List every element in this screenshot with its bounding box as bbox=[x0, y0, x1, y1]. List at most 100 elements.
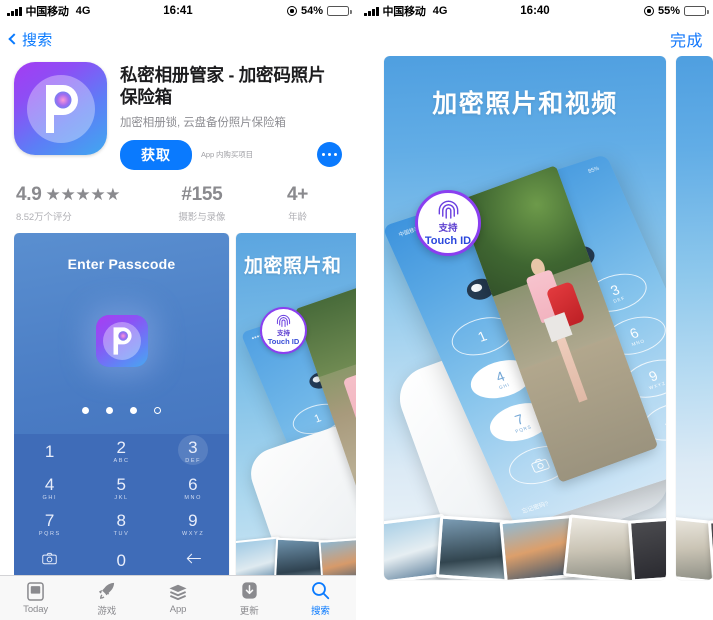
screenshot-2-badge-line2: Touch ID bbox=[267, 336, 300, 346]
screenshot-1-p-glyph bbox=[113, 327, 132, 355]
network-type-label: 4G bbox=[432, 5, 448, 17]
gallery-key-1-number: 1 bbox=[475, 327, 490, 345]
keypad-key-1[interactable]: 1 bbox=[45, 443, 55, 460]
tab-updates[interactable]: 更新 bbox=[214, 580, 285, 617]
rocket-icon bbox=[97, 580, 116, 601]
keypad-backspace-button[interactable] bbox=[185, 552, 202, 570]
screenshot-strip[interactable]: Enter Passcode 1 2 ABC 3 DEF 4 GHI 5 JKL… bbox=[14, 232, 356, 583]
keypad-key-3[interactable]: 3 DEF bbox=[185, 439, 201, 464]
screenshot-1-title: Enter Passcode bbox=[67, 255, 176, 272]
tab-app-label: App bbox=[169, 604, 187, 615]
more-ellipsis-icon[interactable] bbox=[317, 142, 342, 168]
fingerprint-icon bbox=[438, 201, 458, 220]
battery-icon bbox=[327, 6, 352, 16]
app-meta: 私密相册管家 - 加密码照片保险箱 加密相册锁, 云盘备份照片保险箱 获取 Ap… bbox=[120, 62, 342, 170]
done-button[interactable]: 完成 bbox=[670, 27, 703, 51]
keypad-key-9[interactable]: 9 WXYZ bbox=[182, 512, 204, 537]
stat-rank: #155 摄影与录像 bbox=[149, 184, 255, 223]
gallery-screenshot-next-peek[interactable] bbox=[676, 56, 713, 580]
stat-rating: 4.9 ★★★★★ 8.52万个评分 bbox=[16, 184, 149, 223]
signal-bars-icon bbox=[364, 6, 379, 16]
status-bar-right-right-group: 55% bbox=[643, 5, 709, 17]
gallery-key-6-number: 6 bbox=[626, 324, 641, 342]
age-value: 4+ bbox=[286, 183, 309, 205]
photo-thumb-portrait bbox=[627, 515, 666, 580]
app-header: 私密相册管家 - 加密码照片保险箱 加密相册锁, 云盘备份照片保险箱 获取 Ap… bbox=[0, 56, 356, 170]
get-button[interactable]: 获取 bbox=[120, 139, 192, 170]
location-services-icon bbox=[643, 6, 654, 16]
app-stats-row: 4.9 ★★★★★ 8.52万个评分 #155 摄影与录像 4+ 年龄 bbox=[0, 170, 356, 233]
key-9-number: 9 bbox=[188, 510, 199, 530]
key-8-letters: TUV bbox=[113, 530, 130, 537]
gallery-key-7-number: 7 bbox=[512, 410, 527, 428]
gallery-main-title: 加密照片和视频 bbox=[432, 90, 618, 118]
key-4-letters: GHI bbox=[42, 494, 58, 501]
fingerprint-icon bbox=[276, 315, 291, 328]
network-type-label: 4G bbox=[75, 5, 91, 17]
carrier-label: 中国移动 bbox=[25, 6, 69, 18]
screenshot-2-title: 加密照片和 bbox=[244, 255, 342, 277]
status-bar-left: 中国移动 4G 16:41 54% bbox=[0, 0, 356, 22]
gallery-phone-status-right: 85% bbox=[587, 165, 601, 175]
key-1-number: 1 bbox=[44, 442, 55, 462]
keypad-key-7[interactable]: 7 PQRS bbox=[39, 512, 61, 537]
status-bar-right-group: 54% bbox=[286, 5, 352, 17]
tab-today[interactable]: Today bbox=[0, 581, 71, 615]
tab-search-label: 搜索 bbox=[311, 605, 330, 617]
app-icon-p-glyph bbox=[45, 84, 78, 133]
keypad-key-0[interactable]: 0 bbox=[117, 552, 127, 569]
app-subtitle: 加密相册锁, 云盘备份照片保险箱 bbox=[120, 116, 286, 129]
download-arrow-icon bbox=[241, 580, 258, 601]
tab-today-label: Today bbox=[23, 604, 49, 615]
in-app-purchase-note: App 内购买项目 bbox=[201, 150, 254, 160]
key-6-letters: MNO bbox=[184, 494, 202, 501]
keypad-key-8[interactable]: 8 TUV bbox=[114, 512, 130, 537]
backspace-icon bbox=[665, 414, 666, 428]
passcode-dots bbox=[14, 406, 229, 414]
keypad-camera-button[interactable] bbox=[42, 552, 58, 570]
stat-age: 4+ 年龄 bbox=[255, 184, 340, 223]
stack-layers-icon bbox=[168, 581, 188, 602]
tab-app[interactable]: App bbox=[142, 581, 213, 615]
rank-category-label: 摄影与录像 bbox=[178, 211, 226, 223]
rating-value-row: 4.9 ★★★★★ bbox=[16, 184, 149, 206]
tab-games-label: 游戏 bbox=[97, 605, 117, 617]
tab-search[interactable]: 搜索 bbox=[285, 580, 356, 617]
tab-bar[interactable]: Today 游戏 App 更新 搜索 bbox=[0, 575, 356, 620]
back-button-label: 搜索 bbox=[22, 31, 53, 49]
battery-icon bbox=[684, 6, 709, 16]
rank-value: #155 bbox=[181, 183, 223, 205]
key-6-number: 6 bbox=[188, 474, 199, 494]
keypad-key-4[interactable]: 4 GHI bbox=[43, 476, 58, 501]
tab-games[interactable]: 游戏 bbox=[71, 580, 142, 617]
location-services-icon bbox=[286, 6, 297, 16]
key-3-letters: DEF bbox=[185, 458, 202, 465]
key-8-number: 8 bbox=[116, 510, 127, 530]
screenshot-enter-passcode[interactable]: Enter Passcode 1 2 ABC 3 DEF 4 GHI 5 JKL… bbox=[14, 232, 229, 579]
gallery-screenshot-main[interactable]: 加密照片和视频 中国移动 WLAN 令 4:21 PM 85% 输入密码 1 2… bbox=[384, 56, 666, 580]
today-card-icon bbox=[27, 581, 44, 602]
right-phone-panel: 中国移动 4G 16:40 55% 完成 加密照片和视频 中国移动 WLAN 令… bbox=[357, 0, 713, 620]
gallery-key-4-number: 4 bbox=[493, 367, 508, 385]
screenshot-stage: 中国移动 4G 16:41 54% 搜索 私密相册管家 - 加密码照片保险箱 加… bbox=[0, 0, 713, 620]
passcode-keypad[interactable]: 1 2 ABC 3 DEF 4 GHI 5 JKL 6 MNO 7 PQRS 8 TUV 9W… bbox=[14, 433, 229, 579]
key-0-number: 0 bbox=[116, 551, 127, 571]
gallery-badge-line2: Touch ID bbox=[424, 234, 472, 247]
back-button[interactable]: 搜索 bbox=[8, 29, 53, 50]
app-title: 私密相册管家 - 加密码照片保险箱 bbox=[120, 65, 326, 108]
screenshot-encrypt-photos[interactable]: 加密照片和 ●●●○○4:2185% 输入密码 1 2ABC 3DEF 4GHI… bbox=[236, 232, 356, 579]
keypad-key-2[interactable]: 2 ABC bbox=[113, 439, 129, 464]
peek-photo-strip bbox=[676, 506, 713, 580]
left-phone-panel: 中国移动 4G 16:41 54% 搜索 私密相册管家 - 加密码照片保险箱 加… bbox=[0, 0, 356, 620]
status-bar-left-group: 中国移动 4G bbox=[7, 3, 90, 19]
battery-percent-label: 55% bbox=[657, 5, 680, 17]
backspace-arrow-icon bbox=[186, 553, 201, 563]
key-2-number: 2 bbox=[116, 438, 127, 458]
key-7-letters: PQRS bbox=[38, 530, 61, 537]
app-icon-private-album[interactable] bbox=[14, 62, 107, 155]
screenshot-2-touchid-badge: 支持 Touch ID bbox=[260, 306, 307, 354]
screenshot-gallery[interactable]: 加密照片和视频 中国移动 WLAN 令 4:21 PM 85% 输入密码 1 2… bbox=[357, 56, 713, 620]
keypad-key-6[interactable]: 6 MNO bbox=[184, 476, 202, 501]
status-bar-right-left-group: 中国移动 4G bbox=[364, 3, 447, 19]
keypad-key-5[interactable]: 5 JKL bbox=[114, 476, 128, 501]
